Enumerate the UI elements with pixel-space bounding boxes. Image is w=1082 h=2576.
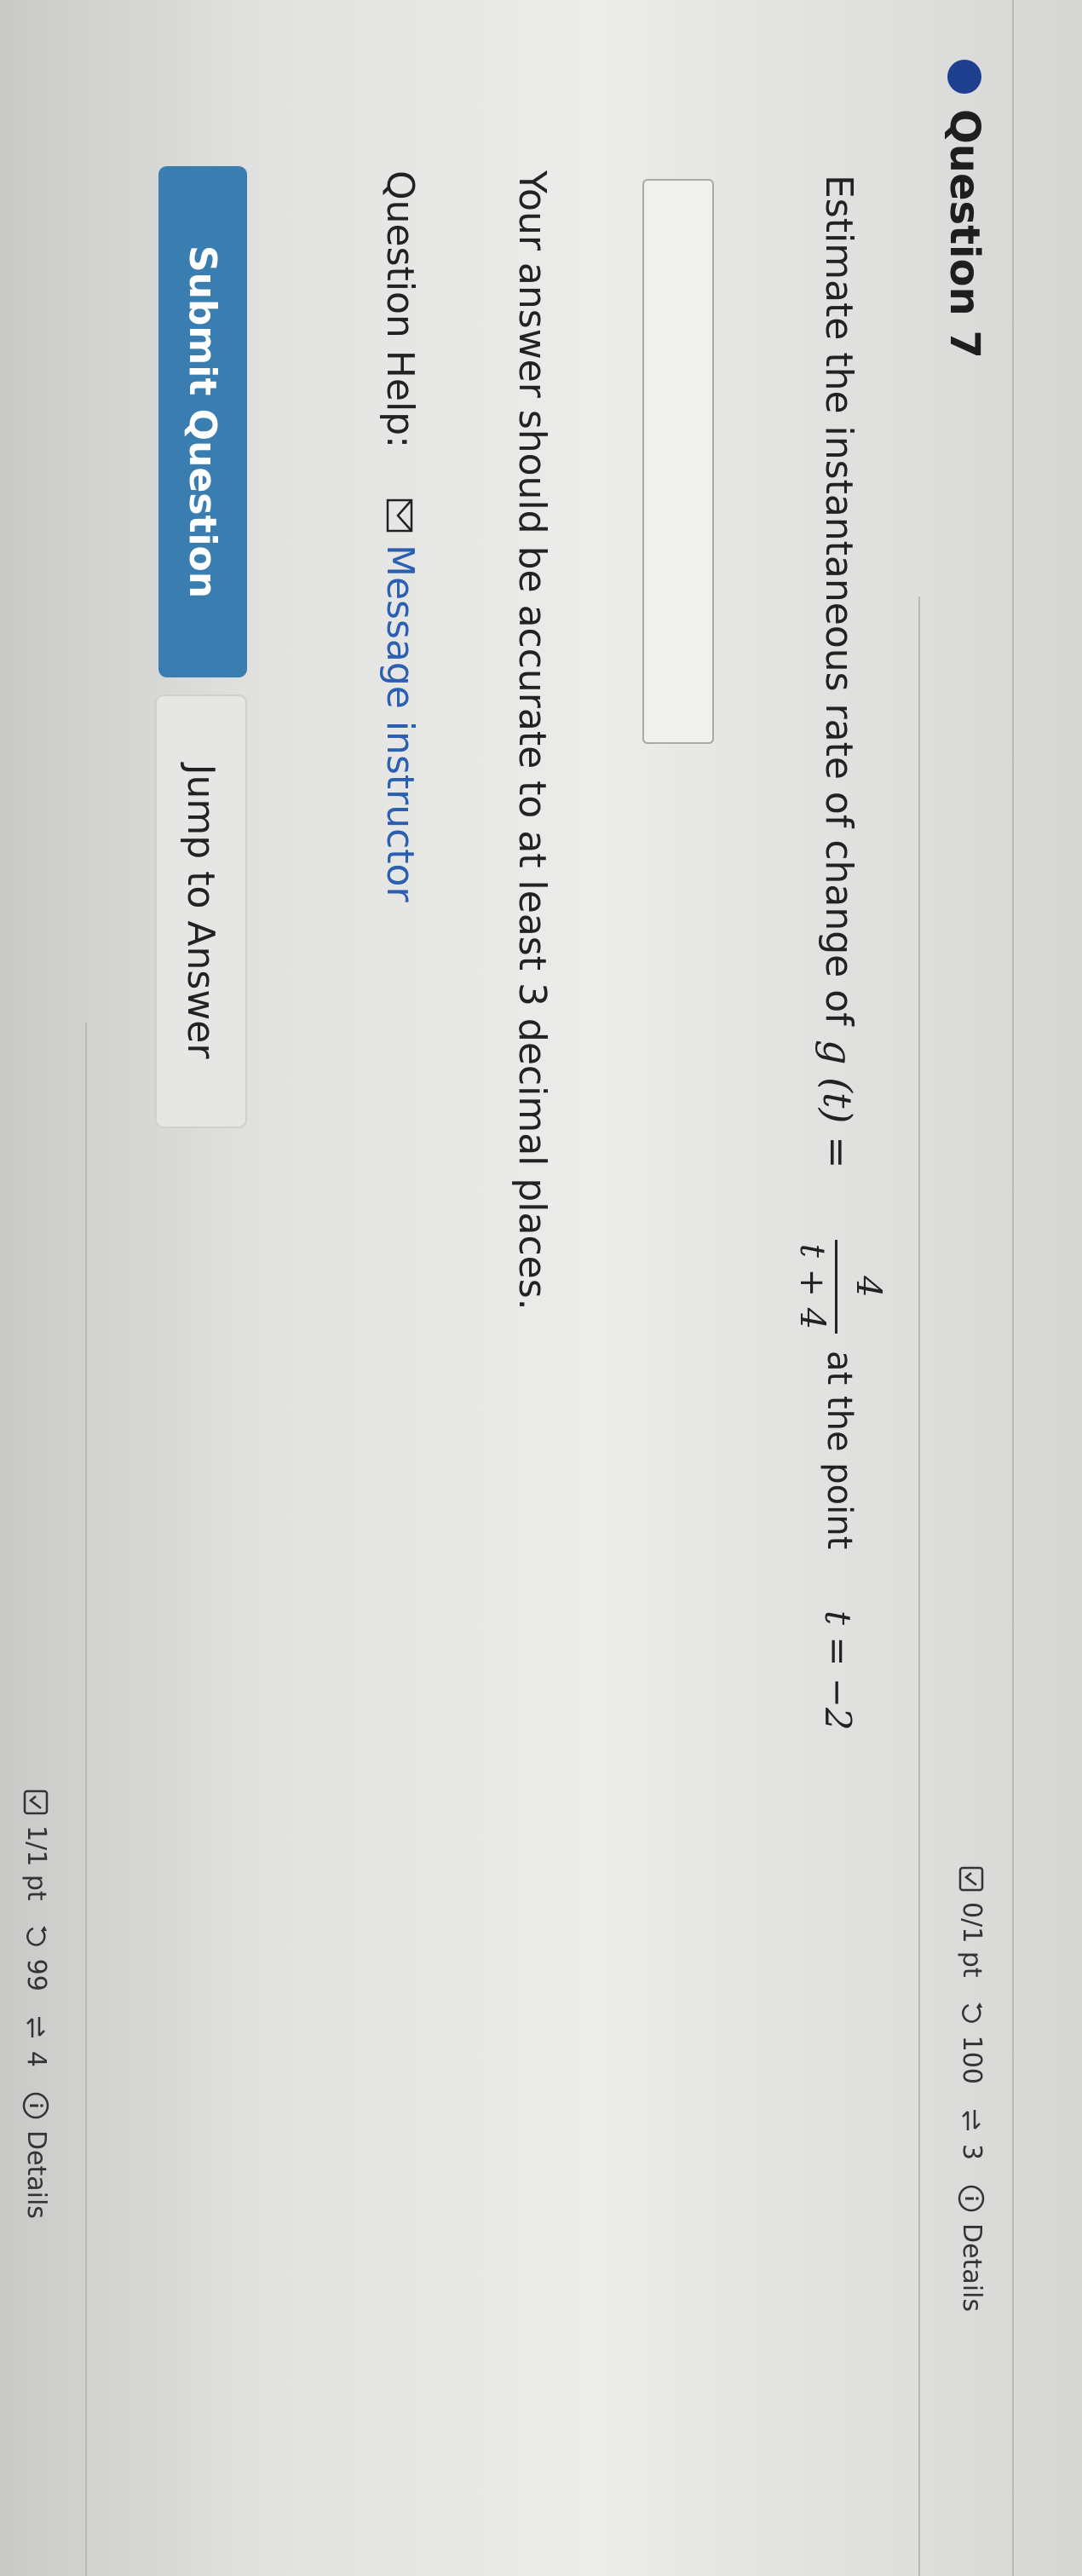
answer-instruction: Your answer should be accurate to at lea… — [510, 170, 554, 1311]
next-info-icon[interactable] — [22, 2091, 51, 2120]
question-panel: Question 7 0/1 pt 100 3 Details Estimate… — [0, 0, 1082, 2576]
question-help-label: Question Help: — [378, 170, 422, 448]
retry-icon — [962, 2109, 981, 2130]
details-link[interactable]: Details — [957, 2223, 987, 2312]
bottom-divider — [85, 1023, 87, 2576]
next-score-checkbox-icon — [24, 1789, 49, 1815]
next-undo-icon — [26, 1925, 48, 1946]
question-title: Question 7 — [941, 109, 988, 359]
score-checkbox-icon — [959, 1866, 984, 1892]
submit-question-button[interactable]: Submit Question — [158, 166, 247, 677]
question-prompt-suffix: at the point — [820, 1351, 859, 1550]
jump-to-answer-button[interactable]: Jump to Answer — [155, 694, 247, 1128]
message-instructor[interactable]: Message instructor — [378, 498, 422, 902]
top-divider — [1012, 0, 1014, 2576]
attempts-text: 100 — [957, 2035, 987, 2084]
message-instructor-link[interactable]: Message instructor — [378, 545, 422, 902]
retries-text: 3 — [957, 2143, 987, 2160]
next-attempts-text: 99 — [21, 1958, 51, 1991]
undo-icon — [962, 2002, 983, 2023]
question-prompt-prefix: Estimate the instantaneous rate of chang… — [817, 175, 860, 1026]
next-score-text: 1/1 pt — [21, 1825, 51, 1901]
point-value: t = −2 — [817, 1611, 859, 1731]
answer-input[interactable] — [642, 179, 714, 744]
next-question-meta: 1/1 pt 99 4 Details — [21, 1789, 51, 2219]
fraction-bar — [835, 1240, 837, 1334]
next-details-link[interactable]: Details — [21, 2130, 51, 2219]
header-divider — [918, 596, 920, 2576]
info-icon[interactable] — [958, 2184, 987, 2213]
next-retry-icon — [26, 2016, 46, 2037]
score-text: 0/1 pt — [957, 1902, 987, 1978]
function-name: g (t) = — [814, 1040, 860, 1169]
fraction-numerator: 4 — [849, 1276, 888, 1298]
question-meta: 0/1 pt 100 3 Details — [957, 1866, 987, 2312]
next-retries-text: 4 — [21, 2050, 51, 2067]
mail-icon — [387, 498, 413, 533]
question-status-dot — [947, 60, 981, 94]
fraction-denominator: t + 4 — [792, 1243, 832, 1330]
